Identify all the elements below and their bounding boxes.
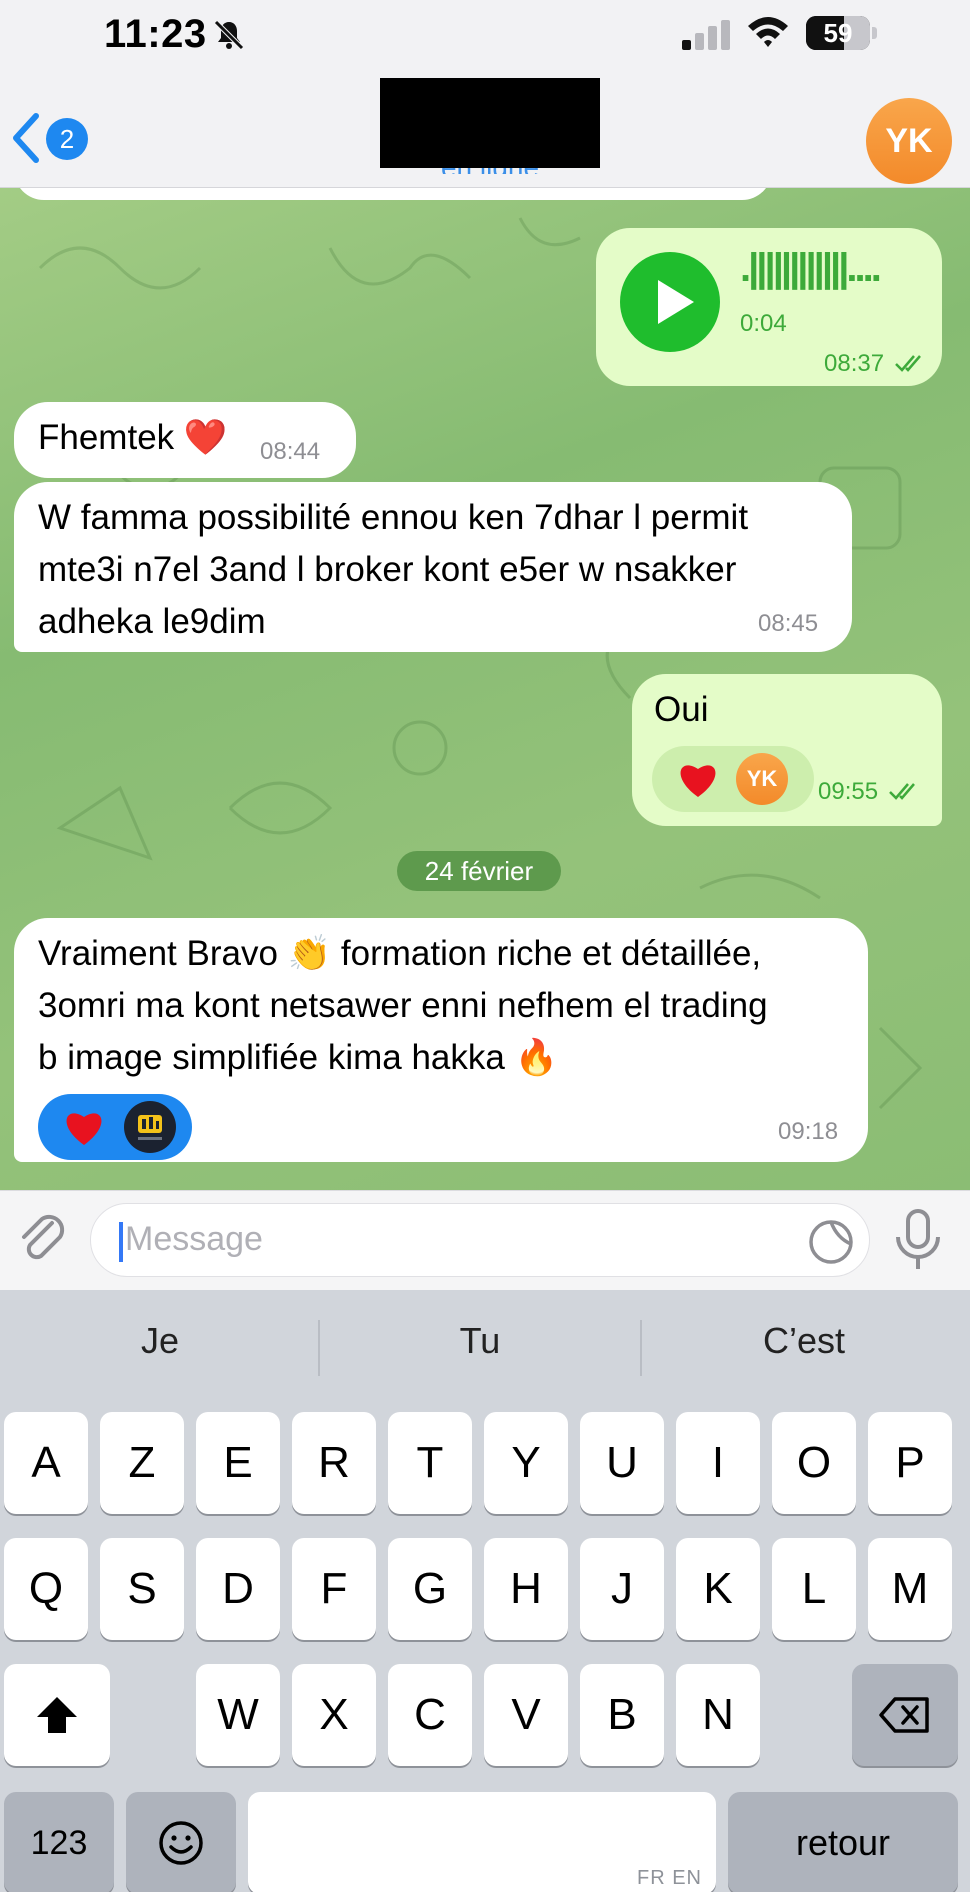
emoji-key[interactable] — [126, 1792, 236, 1892]
key-k[interactable]: K — [676, 1538, 760, 1640]
key-n[interactable]: N — [676, 1664, 760, 1766]
message-line: W famma possibilité ennou ken 7dhar l pe… — [38, 498, 749, 537]
message-line: adheka le9dim — [38, 602, 266, 641]
key-s[interactable]: S — [100, 1538, 184, 1640]
back-chevron-icon[interactable] — [8, 112, 44, 164]
message-input[interactable]: Message — [90, 1203, 870, 1277]
message-bubble-cropped[interactable] — [14, 188, 772, 200]
key-h[interactable]: H — [484, 1538, 568, 1640]
emoji-icon — [159, 1821, 203, 1865]
language-hint: FR EN — [637, 1867, 702, 1889]
paperclip-icon[interactable] — [14, 1209, 70, 1269]
date-separator: 24 février — [397, 851, 561, 891]
play-icon — [658, 280, 694, 324]
heart-icon — [66, 1113, 102, 1145]
reaction-avatar: YK — [736, 753, 788, 805]
signal-icon — [682, 20, 730, 50]
return-key[interactable]: retour — [728, 1792, 958, 1892]
message-time: 08:45 — [758, 610, 819, 637]
text-caret — [119, 1222, 123, 1262]
key-z[interactable]: Z — [100, 1412, 184, 1514]
shift-icon — [37, 1697, 77, 1733]
message-text: Fhemtek ❤️ — [38, 418, 228, 457]
key-l[interactable]: L — [772, 1538, 856, 1640]
backspace-icon — [879, 1697, 929, 1733]
key-c[interactable]: C — [388, 1664, 472, 1766]
message-time: 09:55 — [818, 778, 879, 805]
key-v[interactable]: V — [484, 1664, 568, 1766]
key-p[interactable]: P — [868, 1412, 952, 1514]
sticker-icon[interactable] — [807, 1218, 855, 1266]
battery-percent: 59 — [823, 18, 853, 48]
backspace-key[interactable] — [852, 1664, 958, 1766]
status-time: 11:23 — [104, 12, 207, 56]
message-time: 08:44 — [260, 438, 321, 465]
key-g[interactable]: G — [388, 1538, 472, 1640]
read-ticks-icon — [895, 355, 921, 372]
key-m[interactable]: M — [868, 1538, 952, 1640]
message-time: 08:37 — [824, 350, 885, 377]
suggestion-2[interactable]: Tu — [320, 1320, 640, 1362]
message-bubble-outgoing[interactable]: Oui YK 09:55 — [632, 674, 942, 826]
play-button[interactable] — [620, 252, 720, 352]
message-bubble-incoming[interactable]: Vraiment Bravo 👏 formation riche et déta… — [14, 918, 868, 1162]
message-line: Vraiment Bravo 👏 formation riche et déta… — [38, 934, 762, 973]
shift-key[interactable] — [4, 1664, 110, 1766]
key-d[interactable]: D — [196, 1538, 280, 1640]
key-j[interactable]: J — [580, 1538, 664, 1640]
suggestion-3[interactable]: C’est — [644, 1320, 964, 1362]
key-q[interactable]: Q — [4, 1538, 88, 1640]
message-line: mte3i n7el 3and l broker kont e5er w nsa… — [38, 550, 737, 589]
key-i[interactable]: I — [676, 1412, 760, 1514]
key-y[interactable]: Y — [484, 1412, 568, 1514]
message-text: Oui — [654, 690, 709, 729]
chat-header: 2 en ligne YK — [0, 72, 970, 188]
status-bar: 11:23 59 — [0, 0, 970, 72]
suggestion-1[interactable]: Je — [0, 1320, 320, 1362]
bell-muted-icon — [214, 20, 244, 50]
heart-icon — [680, 765, 716, 797]
message-time: 09:18 — [778, 1118, 839, 1145]
reaction-logo-avatar — [124, 1101, 176, 1153]
message-line: b image simplifiée kima hakka 🔥 — [38, 1038, 559, 1077]
key-t[interactable]: T — [388, 1412, 472, 1514]
unread-count-badge[interactable]: 2 — [46, 118, 88, 160]
key-a[interactable]: A — [4, 1412, 88, 1514]
read-ticks-icon — [889, 783, 915, 800]
reaction-pill[interactable]: YK — [652, 746, 814, 812]
message-placeholder: Message — [125, 1220, 263, 1258]
brand-logo-icon — [138, 1115, 162, 1140]
keyboard: Je Tu C’est A Z E R T Y U I O P Q S D F … — [0, 1290, 970, 1892]
key-r[interactable]: R — [292, 1412, 376, 1514]
message-bubble-incoming[interactable]: Fhemtek ❤️ 08:44 — [14, 402, 356, 478]
wifi-icon — [748, 17, 788, 47]
numbers-key[interactable]: 123 — [4, 1792, 114, 1892]
voice-message-bubble[interactable]: .||||||||||||.... 0:04 08:37 — [596, 228, 942, 386]
key-w[interactable]: W — [196, 1664, 280, 1766]
contact-name-redacted[interactable] — [380, 78, 600, 168]
key-u[interactable]: U — [580, 1412, 664, 1514]
voice-duration: 0:04 — [740, 310, 787, 337]
key-b[interactable]: B — [580, 1664, 664, 1766]
voice-waveform[interactable]: .||||||||||||.... — [740, 246, 882, 291]
key-x[interactable]: X — [292, 1664, 376, 1766]
message-bubble-incoming[interactable]: W famma possibilité ennou ken 7dhar l pe… — [14, 482, 852, 652]
microphone-icon[interactable] — [892, 1209, 944, 1271]
battery-indicator: 59 — [806, 16, 870, 50]
battery-cap — [872, 27, 877, 39]
space-key[interactable]: FR EN — [248, 1792, 716, 1892]
suggestion-bar: Je Tu C’est — [0, 1290, 970, 1398]
message-composer: Message — [0, 1190, 970, 1290]
key-f[interactable]: F — [292, 1538, 376, 1640]
contact-avatar[interactable]: YK — [866, 98, 952, 184]
reaction-pill[interactable] — [38, 1094, 192, 1160]
key-e[interactable]: E — [196, 1412, 280, 1514]
message-line: 3omri ma kont netsawer enni nefhem el tr… — [38, 986, 768, 1025]
key-o[interactable]: O — [772, 1412, 856, 1514]
chat-area[interactable]: .||||||||||||.... 0:04 08:37 Fhemtek ❤️ … — [0, 188, 970, 1190]
suggestion-divider — [640, 1320, 642, 1376]
